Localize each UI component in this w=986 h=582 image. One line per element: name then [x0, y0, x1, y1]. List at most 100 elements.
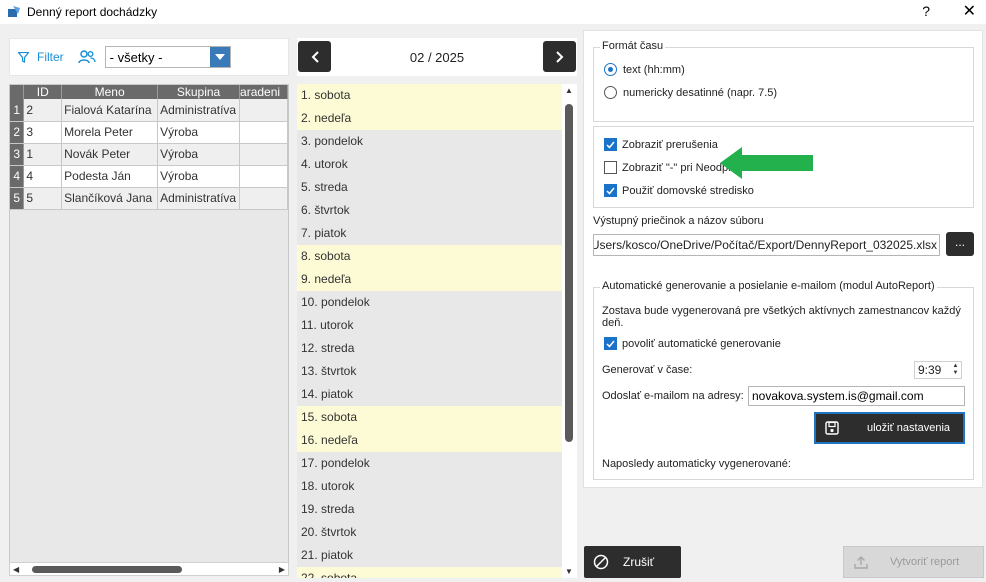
day-list-item[interactable]: 6. štvrtok [297, 199, 562, 222]
scroll-down-icon[interactable]: ▼ [565, 567, 573, 576]
table-row[interactable]: 2 3 Morela Peter Výroba [10, 121, 288, 144]
settings-panel: Formát času text (hh:mm) numericky desat… [583, 30, 983, 488]
employee-grid[interactable]: ID Meno Skupina aradeni 1 2 Fialová Kata… [9, 84, 289, 570]
day-list-item[interactable]: 20. štvrtok [297, 521, 562, 544]
time-format-group: Formát času text (hh:mm) numericky desat… [593, 40, 974, 122]
day-list-item[interactable]: 7. piatok [297, 222, 562, 245]
scroll-left-icon[interactable]: ◀ [13, 565, 19, 574]
show-breaks-checkbox[interactable]: Zobraziť prerušenia [604, 138, 718, 151]
cancel-button[interactable]: Zrušiť [584, 546, 681, 578]
group-select-value: - všetky - [109, 49, 163, 65]
radio-selected-icon [604, 63, 617, 76]
day-list[interactable]: 1. sobota 2. nedeľa 3. pondelok 4. utorok 5.… [297, 84, 577, 578]
row-number: 3 [10, 143, 25, 166]
chevron-right-icon [555, 50, 563, 63]
table-row[interactable]: 5 5 Slančíková Jana Administratíva [10, 187, 288, 210]
day-list-item[interactable]: 14. piatok [297, 383, 562, 406]
last-generated-label: Naposledy automaticky vygenerované: [602, 458, 791, 470]
cell-group: Administratíva [157, 99, 241, 122]
table-row[interactable]: 3 1 Novák Peter Výroba [10, 143, 288, 166]
radio-unselected-icon [604, 86, 617, 99]
save-icon [825, 421, 839, 435]
show-breaks-label: Zobraziť prerušenia [622, 138, 718, 151]
horizontal-scrollbar[interactable]: ◀ ▶ [9, 562, 289, 576]
help-button[interactable]: ? [922, 3, 930, 19]
export-icon [854, 556, 868, 569]
use-home-center-checkbox[interactable]: Použiť domovské stredisko [604, 184, 754, 197]
column-header-group[interactable]: Skupina [157, 85, 241, 99]
day-list-item[interactable]: 11. utorok [297, 314, 562, 337]
output-path-input[interactable]: C:/Users/kosco/OneDrive/Počítač/Export/D… [593, 234, 940, 256]
day-list-item[interactable]: 10. pondelok [297, 291, 562, 314]
title-bar: Denný report dochádzky ? ✕ [0, 0, 986, 24]
time-format-decimal-radio[interactable]: numericky desatinné (napr. 7.5) [604, 86, 777, 99]
output-path-label: Výstupný priečinok a názov súboru [593, 215, 764, 227]
generate-at-label: Generovať v čase: [602, 364, 693, 376]
allow-auto-label: povoliť automatické generovanie [622, 337, 781, 350]
browse-button[interactable]: ... [946, 232, 974, 256]
scroll-right-icon[interactable]: ▶ [279, 565, 285, 574]
users-icon [77, 50, 96, 64]
day-list-item[interactable]: 16. nedeľa [297, 429, 562, 452]
day-list-item[interactable]: 17. pondelok [297, 452, 562, 475]
time-format-text-label: text (hh:mm) [623, 63, 685, 76]
previous-month-button[interactable] [298, 41, 331, 72]
autoreport-description: Zostava bude vygenerovaná pre všetkých a… [602, 305, 961, 329]
cell-assigned [239, 143, 288, 166]
cell-group: Výroba [157, 143, 241, 166]
day-list-item[interactable]: 2. nedeľa [297, 107, 562, 130]
scroll-up-icon[interactable]: ▲ [565, 86, 573, 95]
day-list-item[interactable]: 22. sobota [297, 567, 562, 578]
day-list-item[interactable]: 8. sobota [297, 245, 562, 268]
table-row[interactable]: 1 2 Fialová Katarína Administratíva [10, 99, 288, 122]
day-list-item[interactable]: 18. utorok [297, 475, 562, 498]
checkmark-icon [604, 184, 617, 197]
day-list-item[interactable]: 21. piatok [297, 544, 562, 567]
email-input[interactable]: novakova.system.is@gmail.com [748, 386, 965, 406]
spinner-icon[interactable]: ▲ ▼ [951, 363, 960, 377]
column-header-name[interactable]: Meno [61, 85, 159, 99]
scrollbar-thumb[interactable] [565, 104, 573, 442]
filter-button[interactable]: Filter [18, 50, 64, 64]
time-format-decimal-label: numericky desatinné (napr. 7.5) [623, 86, 778, 99]
email-value: novakova.system.is@gmail.com [752, 389, 924, 403]
autoreport-group: Automatické generovanie a posielanie e-m… [593, 280, 974, 480]
cell-id: 1 [23, 143, 63, 166]
row-number: 5 [10, 187, 25, 210]
column-header-assigned[interactable]: aradeni [239, 85, 288, 99]
day-list-item[interactable]: 19. streda [297, 498, 562, 521]
chevron-down-icon[interactable] [209, 47, 230, 67]
day-list-item[interactable]: 9. nedeľa [297, 268, 562, 291]
time-format-title: Formát času [600, 40, 666, 52]
vertical-scrollbar[interactable]: ▲ ▼ [562, 84, 577, 578]
generate-at-value: 9:39 [918, 363, 942, 377]
day-list-item[interactable]: 3. pondelok [297, 130, 562, 153]
generate-at-input[interactable]: 9:39 ▲ ▼ [914, 361, 962, 379]
day-list-item[interactable]: 15. sobota [297, 406, 562, 429]
cell-name: Morela Peter [61, 121, 159, 144]
save-settings-button[interactable]: uložiť nastavenia [814, 412, 965, 444]
save-settings-label: uložiť nastavenia [867, 422, 951, 434]
next-month-button[interactable] [543, 41, 576, 72]
scrollbar-thumb[interactable] [32, 566, 182, 573]
time-format-text-radio[interactable]: text (hh:mm) [604, 63, 685, 76]
month-label: 02 / 2025 [409, 49, 465, 65]
day-list-item[interactable]: 5. streda [297, 176, 562, 199]
main-content: Filter - všetky - ID Meno Skupina araden… [0, 24, 986, 582]
row-number: 4 [10, 165, 25, 188]
day-list-item[interactable]: 1. sobota [297, 84, 562, 107]
close-button[interactable]: ✕ [963, 1, 976, 21]
day-list-item[interactable]: 4. utorok [297, 153, 562, 176]
create-report-button[interactable]: Vytvoriť report [843, 546, 984, 578]
table-row[interactable]: 4 4 Podesta Ján Výroba [10, 165, 288, 188]
arrow-left-icon [720, 147, 813, 179]
use-home-center-label: Použiť domovské stredisko [622, 184, 754, 197]
group-select[interactable]: - všetky - [104, 46, 231, 68]
allow-auto-checkbox[interactable]: povoliť automatické generovanie [604, 337, 781, 350]
day-list-item[interactable]: 13. štvrtok [297, 360, 562, 383]
row-number: 2 [10, 121, 25, 144]
day-list-item[interactable]: 12. streda [297, 337, 562, 360]
cell-name: Podesta Ján [61, 165, 159, 188]
cell-group: Výroba [157, 121, 241, 144]
column-header-id[interactable]: ID [23, 85, 63, 99]
